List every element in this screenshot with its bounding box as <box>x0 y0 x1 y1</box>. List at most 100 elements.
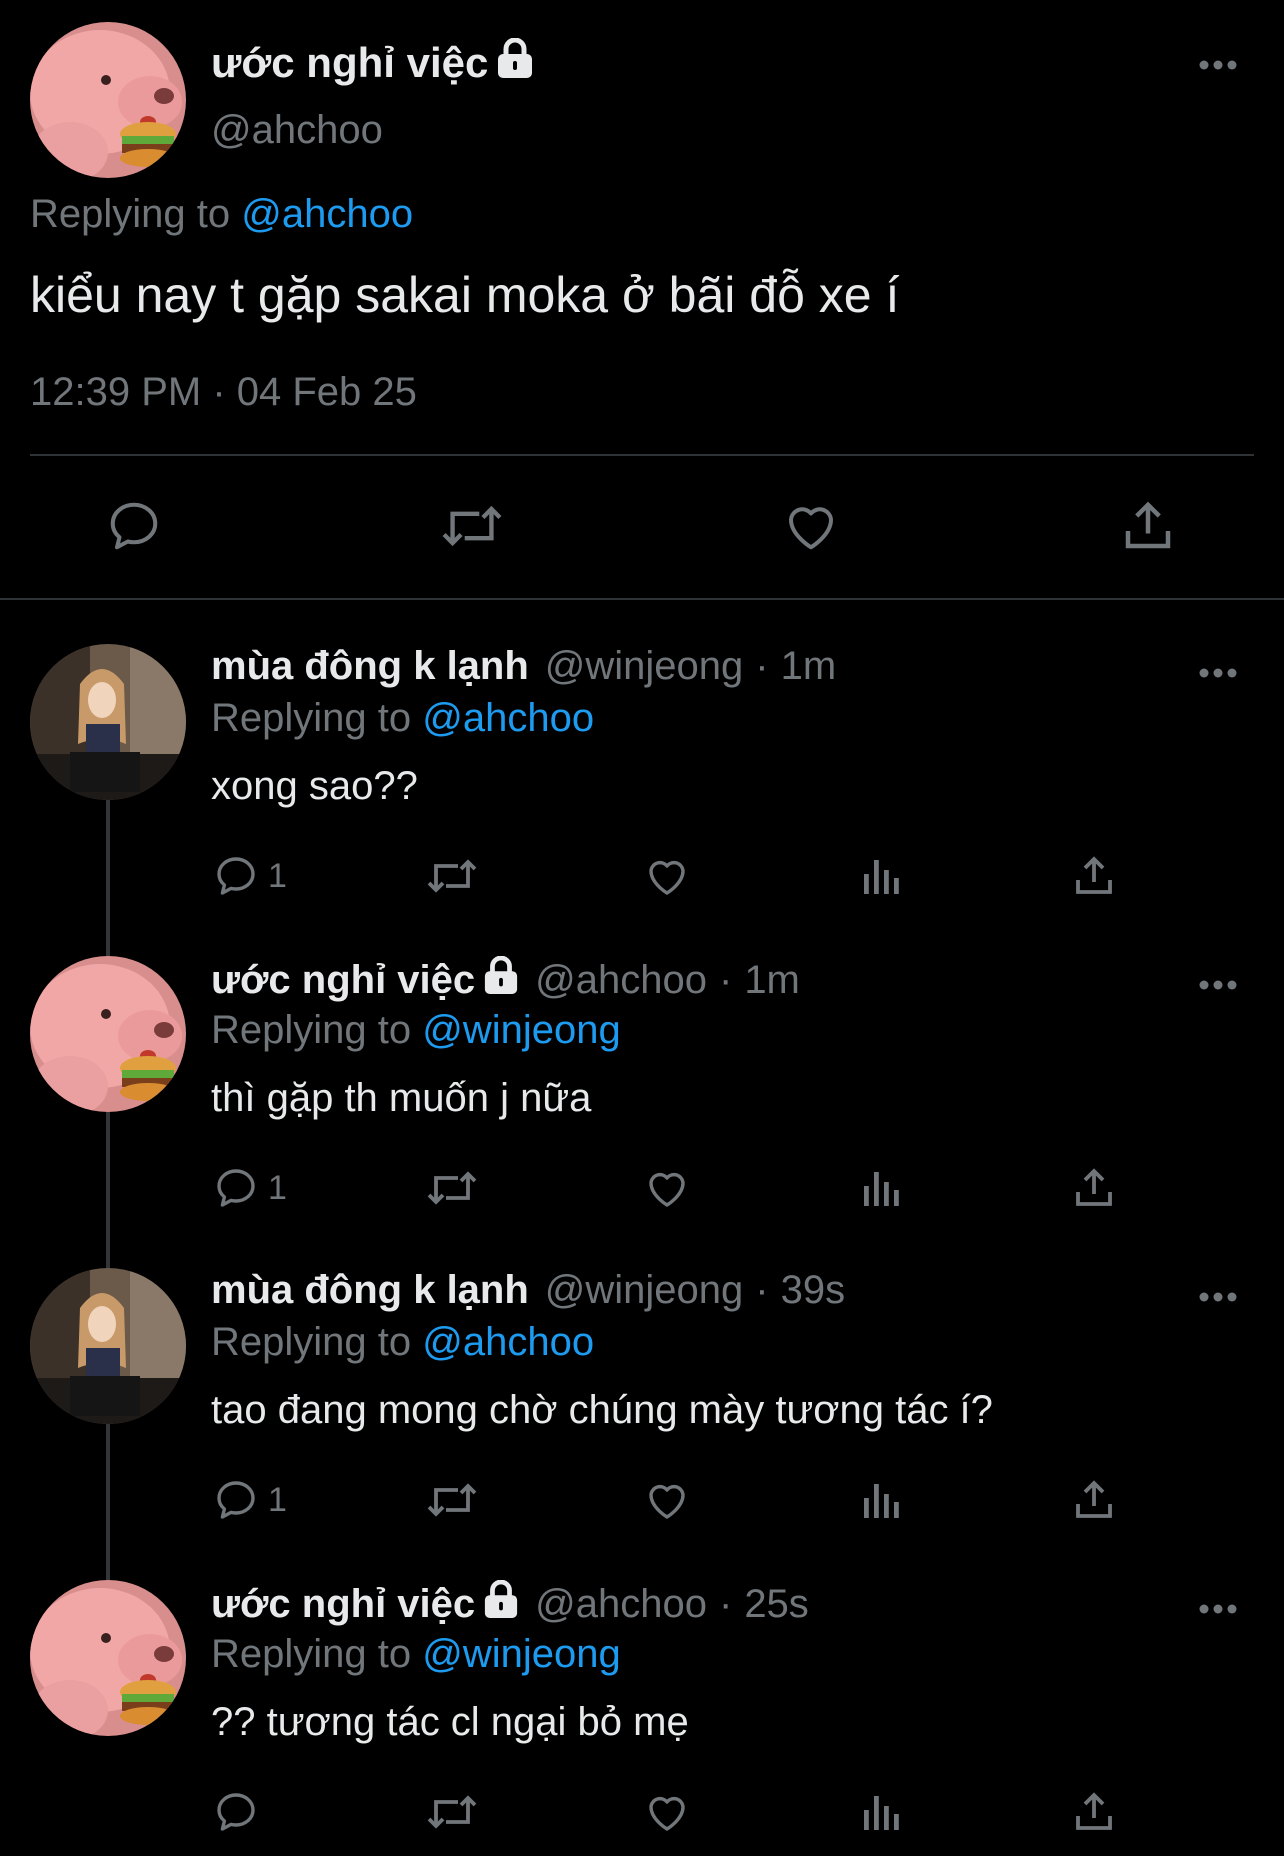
reply-button[interactable] <box>212 1788 268 1836</box>
reply-time[interactable]: 25s <box>744 1582 809 1627</box>
like-icon <box>649 860 685 895</box>
author-handle[interactable]: @winjeong <box>545 1268 744 1313</box>
thread-line <box>106 1224 110 1268</box>
mention-link[interactable]: @ahchoo <box>422 1320 594 1364</box>
reply-header: ước nghỉ việc @ahchoo · 25s <box>211 1579 809 1628</box>
author-handle[interactable]: @ahchoo <box>535 958 707 1003</box>
like-button[interactable] <box>642 1164 692 1212</box>
thread-line <box>106 912 110 956</box>
reply-actions: 1 <box>0 1476 1284 1532</box>
main-tweet: ước nghỉ việc @ahchoo Replying to @ahcho… <box>0 0 1284 600</box>
share-icon <box>1076 856 1112 894</box>
reply-header: ước nghỉ việc @ahchoo · 1m <box>211 955 800 1004</box>
analytics-icon <box>864 1484 899 1518</box>
reply-button[interactable]: 1 <box>212 1476 287 1524</box>
like-button[interactable] <box>642 1476 692 1524</box>
analytics-button[interactable] <box>858 852 906 900</box>
reply-time[interactable]: 39s <box>781 1268 846 1313</box>
share-icon <box>1076 1168 1112 1206</box>
author-handle[interactable]: @winjeong <box>545 644 744 689</box>
retweet-icon <box>427 1795 477 1829</box>
reply-button[interactable] <box>104 496 164 561</box>
reply-time[interactable]: 1m <box>781 644 837 689</box>
avatar[interactable] <box>30 1580 186 1736</box>
like-button[interactable] <box>642 852 692 900</box>
replying-to: Replying to @winjeong <box>211 1008 621 1052</box>
retweet-button[interactable] <box>424 1788 480 1836</box>
divider <box>30 454 1254 456</box>
reply-button[interactable]: 1 <box>212 1164 287 1212</box>
author-handle[interactable]: @ahchoo <box>535 1582 707 1627</box>
reply-text: tao đang mong chờ chúng mày tương tác í? <box>211 1388 993 1432</box>
author-name[interactable]: ước nghỉ việc <box>211 955 519 1004</box>
analytics-button[interactable] <box>858 1476 906 1524</box>
share-button[interactable] <box>1070 1788 1118 1836</box>
reply-tweet[interactable]: mùa đông k lạnh @winjeong · 39s Replying… <box>0 1224 1284 1536</box>
author-name[interactable]: ước nghỉ việc <box>211 37 534 88</box>
more-icon[interactable] <box>1198 666 1238 684</box>
more-icon[interactable] <box>1198 978 1238 996</box>
tweet-timestamp[interactable]: 12:39 PM · 04 Feb 25 <box>30 370 417 415</box>
like-button[interactable] <box>780 496 842 561</box>
retweet-button[interactable] <box>424 1164 480 1212</box>
reply-text: ?? tương tác cl ngại bỏ mẹ <box>211 1700 689 1744</box>
retweet-button[interactable] <box>438 496 506 561</box>
share-button[interactable] <box>1070 1476 1118 1524</box>
reply-button[interactable]: 1 <box>212 852 287 900</box>
reply-icon <box>217 1481 255 1519</box>
more-icon[interactable] <box>1198 58 1238 76</box>
author-name[interactable]: mùa đông k lạnh <box>211 1268 529 1313</box>
reply-actions: 1 <box>0 852 1284 908</box>
analytics-icon <box>864 860 899 894</box>
avatar[interactable] <box>30 1268 186 1424</box>
analytics-icon <box>864 1172 899 1206</box>
like-icon <box>649 1796 685 1831</box>
more-icon[interactable] <box>1198 1602 1238 1620</box>
mention-link[interactable]: @winjeong <box>422 1008 621 1052</box>
retweet-icon <box>427 1483 477 1517</box>
author-name[interactable]: mùa đông k lạnh <box>211 644 529 689</box>
analytics-button[interactable] <box>858 1788 906 1836</box>
reply-icon <box>217 857 255 895</box>
separator: · <box>755 644 769 688</box>
separator: · <box>718 1581 733 1626</box>
replying-to: Replying to @ahchoo <box>211 1320 595 1364</box>
share-button[interactable] <box>1070 852 1118 900</box>
avatar[interactable] <box>30 956 186 1112</box>
reply-actions <box>0 1788 1284 1844</box>
retweet-icon <box>427 1171 477 1205</box>
reply-time[interactable]: 1m <box>744 958 800 1003</box>
replying-to: Replying to @winjeong <box>211 1632 621 1676</box>
mention-link[interactable]: @winjeong <box>422 1632 621 1676</box>
analytics-button[interactable] <box>858 1164 906 1212</box>
author-handle[interactable]: @ahchoo <box>211 108 383 153</box>
reply-tweet[interactable]: mùa đông k lạnh @winjeong · 1m Replying … <box>0 600 1284 912</box>
reply-count: 1 <box>268 1168 287 1207</box>
retweet-icon <box>442 505 502 547</box>
like-icon <box>649 1484 685 1519</box>
thread-line <box>106 1536 110 1580</box>
like-button[interactable] <box>642 1788 692 1836</box>
retweet-button[interactable] <box>424 1476 480 1524</box>
more-icon[interactable] <box>1198 1290 1238 1308</box>
mention-link[interactable]: @ahchoo <box>241 192 413 236</box>
lock-icon <box>483 1579 519 1628</box>
retweet-button[interactable] <box>424 852 480 900</box>
reply-count: 1 <box>268 1480 287 1519</box>
author-name[interactable]: ước nghỉ việc <box>211 1579 519 1628</box>
retweet-icon <box>427 859 477 893</box>
reply-tweet[interactable]: ước nghỉ việc @ahchoo · 1m Replying to @… <box>0 912 1284 1224</box>
reply-tweet[interactable]: ước nghỉ việc @ahchoo · 25s Replying to … <box>0 1536 1284 1856</box>
replying-to: Replying to @ahchoo <box>30 192 414 236</box>
like-icon <box>649 1172 685 1207</box>
share-button[interactable] <box>1070 1164 1118 1212</box>
share-button[interactable] <box>1118 496 1178 561</box>
lock-icon <box>496 37 534 88</box>
reply-count: 1 <box>268 856 287 895</box>
tweet-text: kiểu nay t gặp sakai moka ở bãi đỗ xe í <box>30 267 900 323</box>
avatar[interactable] <box>30 22 186 178</box>
reply-icon <box>110 502 158 550</box>
avatar[interactable] <box>30 644 186 800</box>
reply-text: xong sao?? <box>211 764 418 808</box>
mention-link[interactable]: @ahchoo <box>422 696 594 740</box>
